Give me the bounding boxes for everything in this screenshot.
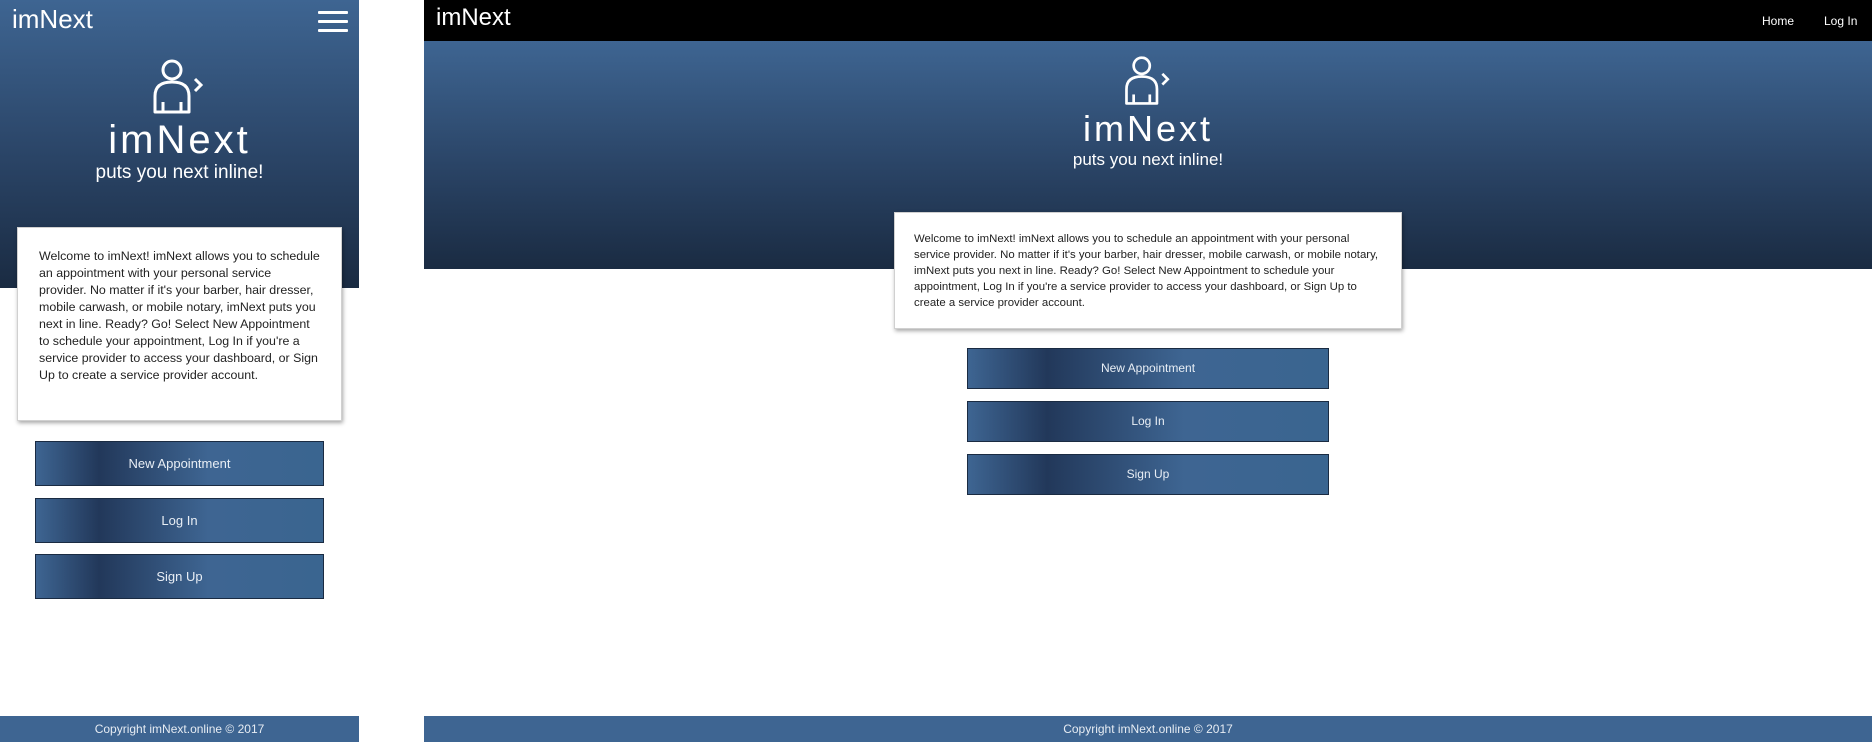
hero-tagline: puts you next inline! [1072,150,1224,169]
welcome-card: Welcome to imNext! imNext allows you to … [17,227,342,421]
user-next-icon [153,59,204,114]
user-next-icon [1125,56,1170,105]
copyright-text: Copyright imNext.online © 2017 [94,722,265,736]
hero-tagline: puts you next inline! [95,162,264,183]
hero-title: imNext [108,118,251,162]
footer: Copyright imNext.online © 2017 [424,716,1872,742]
brand-name[interactable]: imNext [12,4,93,35]
welcome-card: Welcome to imNext! imNext allows you to … [894,212,1402,329]
desktop-view: imNext Home Log In imNext puts you next … [424,0,1872,742]
hamburger-menu-icon[interactable] [318,11,348,32]
new-appointment-button[interactable]: New Appointment [35,441,324,486]
welcome-text: Welcome to imNext! imNext allows you to … [39,249,320,382]
new-appointment-button[interactable]: New Appointment [967,348,1329,389]
sign-up-button[interactable]: Sign Up [967,454,1329,495]
welcome-text: Welcome to imNext! imNext allows you to … [914,233,1379,309]
log-in-button[interactable]: Log In [35,498,324,543]
top-navbar: imNext Home Log In [424,0,1872,41]
mobile-view: imNext imNext puts you next inline! Welc… [0,0,359,742]
sign-up-button[interactable]: Sign Up [35,554,324,599]
nav-link-home[interactable]: Home [1762,14,1794,28]
footer: Copyright imNext.online © 2017 [0,716,359,742]
nav-link-log-in[interactable]: Log In [1824,14,1857,28]
hero-title: imNext [1082,108,1213,149]
brand-name[interactable]: imNext [436,4,511,32]
copyright-text: Copyright imNext.online © 2017 [1063,722,1233,736]
log-in-button[interactable]: Log In [967,401,1329,442]
